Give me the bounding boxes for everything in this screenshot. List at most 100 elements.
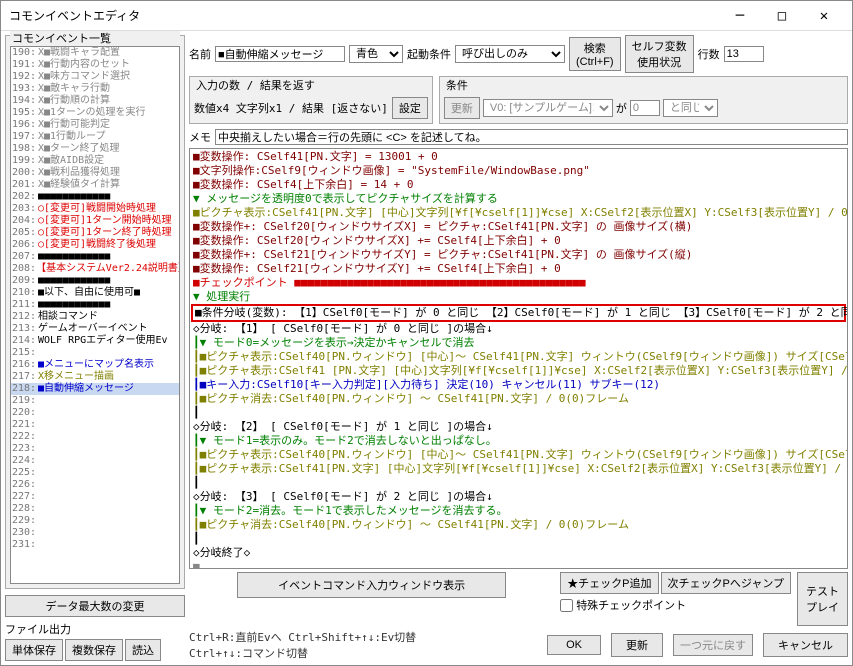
event-list-row[interactable]: 222: [11,431,179,443]
code-line[interactable]: ┃■キー入力:CSelf10[キー入力判定][入力待ち] 決定(10) キャンセ… [191,378,846,392]
code-line[interactable]: ┃ [191,406,846,420]
event-list-row[interactable]: 199:X■敵AIDB設定 [11,155,179,167]
event-list-row[interactable]: 210:■以下、自由に使用可■ [11,287,179,299]
code-line[interactable]: ■チェックポイント ■■■■■■■■■■■■■■■■■■■■■■■■■■■■■■… [191,276,846,290]
close-button[interactable]: ✕ [804,3,844,29]
code-line[interactable]: ■変数操作: CSelf21[ウィンドウサイズY] += CSelf4[上下余白… [191,262,846,276]
memo-input[interactable] [215,129,848,145]
event-list-row[interactable]: 200:X■戦利品獲得処理 [11,167,179,179]
event-list-row[interactable]: 221: [11,419,179,431]
event-list-row[interactable]: 220: [11,407,179,419]
event-list-row[interactable]: 231: [11,539,179,551]
code-line[interactable]: ┃■ピクチャ表示:CSelf41[PN.文字] [中心]文字列[¥f[¥csel… [191,462,846,476]
cancel-button[interactable]: キャンセル [763,633,848,657]
load-button[interactable]: 読込 [125,639,161,661]
code-line[interactable]: ■文字列操作:CSelf9[ウィンドウ画像] = "SystemFile/Win… [191,164,846,178]
special-checkpoint-checkbox[interactable] [560,599,573,612]
event-list-row[interactable]: 224: [11,455,179,467]
code-line[interactable]: ┃▼ モード2=消去。モード1で表示したメッセージを消去する。 [191,504,846,518]
event-list-row[interactable]: 203:○[変更可]戦闘開始時処理 [11,203,179,215]
code-line[interactable]: ◇分岐: 【1】 [ CSelf0[モード] が 0 と同じ ]の場合↓ [191,322,846,336]
cond-var-select[interactable]: V0: [サンプルゲーム]コ [483,99,613,117]
code-line[interactable]: ◇分岐: 【3】 [ CSelf0[モード] が 2 と同じ ]の場合↓ [191,490,846,504]
code-line[interactable]: ■変数操作+: CSelf20[ウィンドウサイズX] = ピクチャ:CSelf4… [191,220,846,234]
event-list-row[interactable]: 227: [11,491,179,503]
code-line[interactable]: ▼ メッセージを透明度0で表示してピクチャサイズを計算する [191,192,846,206]
code-area[interactable]: ■変数操作: CSelf41[PN.文字] = 13001 + 0■文字列操作:… [189,148,848,569]
name-input[interactable] [215,46,345,62]
event-list-row[interactable]: 198:X■ターン終了処理 [11,143,179,155]
save-multi-button[interactable]: 複数保存 [65,639,123,661]
add-checkpoint-button[interactable]: ★チェックP追加 [560,572,658,594]
event-list-row[interactable]: 216:■メニューにマップ名表示 [11,359,179,371]
event-list-row[interactable]: 205:○[変更可]1ターン終了時処理 [11,227,179,239]
code-line[interactable]: ┃■ピクチャ消去:CSelf40[PN.ウィンドウ] ～ CSelf41[PN.… [191,518,846,532]
event-list-row[interactable]: 193:X■敵キャラ行動 [11,83,179,95]
event-list[interactable]: 190:X■戦闘キャラ配置191:X■行動内容のセット192:X■味方コマンド選… [10,46,180,584]
code-line[interactable]: ■変数操作+: CSelf21[ウィンドウサイズY] = ピクチャ:CSelf4… [191,248,846,262]
code-line[interactable]: ┃▼ モード0=メッセージを表示→決定かキャンセルで消去 [191,336,846,350]
event-list-row[interactable]: 229: [11,515,179,527]
search-button[interactable]: 検索 (Ctrl+F) [569,37,621,71]
color-select[interactable]: 青色 [349,45,403,63]
event-list-row[interactable]: 191:X■行動内容のセット [11,59,179,71]
minimize-button[interactable]: ─ [720,3,760,29]
selfvar-button[interactable]: セルフ変数 使用状況 [625,35,694,73]
event-list-row[interactable]: 226: [11,479,179,491]
code-line[interactable]: ┃■ピクチャ表示:CSelf41 [PN.文字] [中心]文字列[¥f[¥cse… [191,364,846,378]
maximize-button[interactable]: □ [762,3,802,29]
event-list-row[interactable]: 196:X■行動可能判定 [11,119,179,131]
event-list-row[interactable]: 213:ゲームオーバーイベント [11,323,179,335]
event-list-row[interactable]: 194:X■行動順の計算 [11,95,179,107]
event-list-row[interactable]: 195:X■1ターンの処理を実行 [11,107,179,119]
io-set-button[interactable]: 設定 [392,97,428,119]
code-line[interactable]: ┃■ピクチャ表示:CSelf40[PN.ウィンドウ] [中心]～ CSelf41… [191,350,846,364]
event-list-row[interactable]: 230: [11,527,179,539]
code-line[interactable]: ▼ 処理実行 [191,290,846,304]
lines-input[interactable] [724,46,764,62]
code-line[interactable]: ┃ [191,476,846,490]
event-list-row[interactable]: 217:X移メニュー描画 [11,371,179,383]
code-line[interactable]: ◇分岐: 【2】 [ CSelf0[モード] が 1 と同じ ]の場合↓ [191,420,846,434]
trigger-select[interactable]: 呼び出しのみ [455,45,565,63]
event-list-row[interactable]: 206:○[変更可]戦闘終了後処理 [11,239,179,251]
code-line[interactable]: ■変数操作: CSelf41[PN.文字] = 13001 + 0 [191,150,846,164]
event-list-row[interactable]: 212:相談コマンド [11,311,179,323]
code-line[interactable]: ■変数操作: CSelf20[ウィンドウサイズX] += CSelf4[上下余白… [191,234,846,248]
cond-op-select[interactable]: と同じ [663,99,718,117]
code-line[interactable]: ■ピクチャ表示:CSelf41[PN.文字] [中心]文字列[¥f[¥cself… [191,206,846,220]
event-list-row[interactable]: 190:X■戦闘キャラ配置 [11,47,179,59]
code-line[interactable]: ┃ [191,532,846,546]
code-line[interactable]: ■条件分岐(変数): 【1】CSelf0[モード] が 0 と同じ 【2】CSe… [191,304,846,322]
ok-button[interactable]: OK [547,635,601,655]
event-list-row[interactable]: 204:○[変更可]1ターン開始時処理 [11,215,179,227]
event-list-row[interactable]: 208:【基本システムVer2.24説明書】 [11,263,179,275]
update-button[interactable]: 更新 [611,633,663,657]
event-list-row[interactable]: 197:X■1行動ループ [11,131,179,143]
event-list-row[interactable]: 215: [11,347,179,359]
next-checkpoint-button[interactable]: 次チェックPへジャンプ [661,572,791,594]
cmd-window-button[interactable]: イベントコマンド入力ウィンドウ表示 [237,572,506,598]
event-list-row[interactable]: 201:X■経験値タイ計算 [11,179,179,191]
event-list-row[interactable]: 209:■■■■■■■■■■■■ [11,275,179,287]
event-list-row[interactable]: 207:■■■■■■■■■■■■ [11,251,179,263]
data-max-button[interactable]: データ最大数の変更 [5,595,185,617]
code-line[interactable]: ┃■ピクチャ消去:CSelf40[PN.ウィンドウ] ～ CSelf41[PN.… [191,392,846,406]
event-list-row[interactable]: 225: [11,467,179,479]
event-list-row[interactable]: 214:WOLF RPGエディター使用Ev [11,335,179,347]
event-list-row[interactable]: 192:X■味方コマンド選択 [11,71,179,83]
event-list-row[interactable]: 218:■自動伸縮メッセージ [11,383,179,395]
code-line[interactable]: ■ [191,560,846,569]
code-line[interactable]: ┃▼ モード1=表示のみ。モード2で消去しないと出っぱなし。 [191,434,846,448]
test-play-button[interactable]: テスト プレイ [797,572,848,626]
event-list-row[interactable]: 228: [11,503,179,515]
cond-val-input[interactable] [630,100,660,116]
event-list-row[interactable]: 202:■■■■■■■■■■■■ [11,191,179,203]
code-line[interactable]: ■変数操作: CSelf4[上下余白] = 14 + 0 [191,178,846,192]
save-single-button[interactable]: 単体保存 [5,639,63,661]
code-line[interactable]: ◇分岐終了◇ [191,546,846,560]
event-list-row[interactable]: 219: [11,395,179,407]
code-line[interactable]: ┃■ピクチャ表示:CSelf40[PN.ウィンドウ] [中心]～ CSelf41… [191,448,846,462]
event-list-row[interactable]: 223: [11,443,179,455]
event-list-row[interactable]: 211:■■■■■■■■■■■■ [11,299,179,311]
